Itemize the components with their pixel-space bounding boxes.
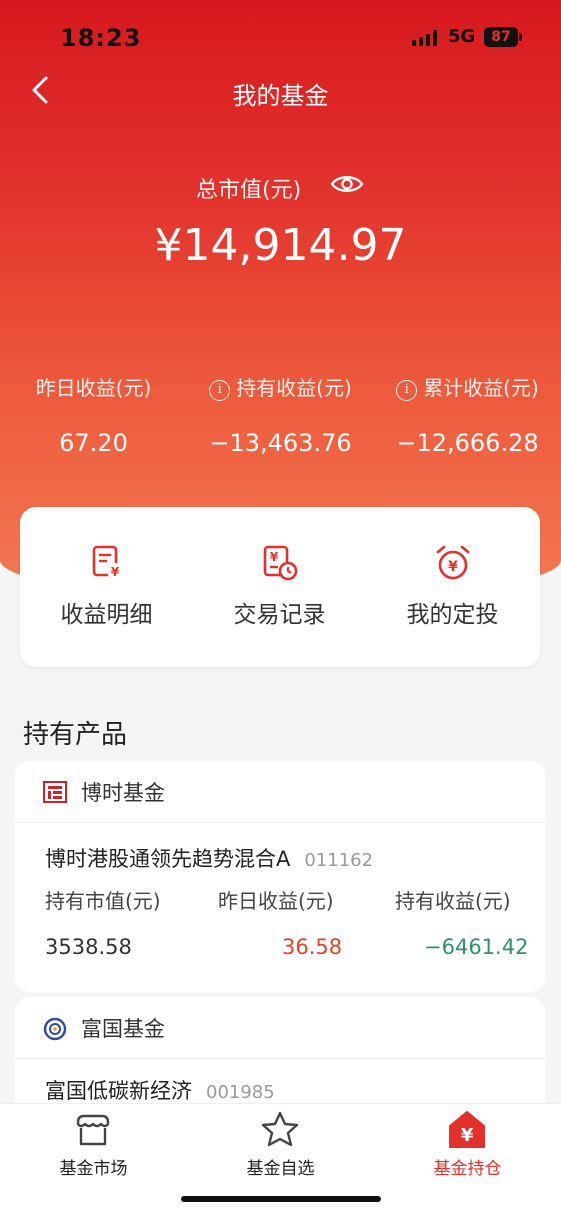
svg-text:¥: ¥ [461,1125,474,1146]
status-bar: 18:23 5G 87 [0,0,561,74]
total-value: ¥14,914.97 [154,220,407,271]
battery-icon: 87 [484,27,518,47]
signal-icon [412,30,438,46]
fund-code: 001985 [206,1082,275,1103]
quick-action-label: 我的定投 [406,602,499,628]
battery-tip [519,33,522,41]
yen-house-icon: ¥ [449,1111,485,1148]
star-icon [261,1111,299,1147]
svg-text:¥: ¥ [270,550,279,564]
tab-fund-market[interactable]: 基金市场 [0,1104,187,1194]
svg-text:¥: ¥ [448,559,458,575]
quick-action-label: 收益明细 [60,602,153,628]
yesterday-gain: 36.58 [282,935,343,959]
fund-title: 博时港股通领先趋势混合A [45,847,291,871]
page-title: 我的基金 [232,82,329,110]
income-detail-icon: ¥ [92,545,123,579]
column-label: 昨日收益(元) [218,889,334,913]
tab-fund-watchlist[interactable]: 基金自选 [187,1104,374,1194]
fund-title: 富国低碳新经济 [45,1079,192,1103]
stat-value: −12,666.28 [396,429,539,457]
tab-label: 基金自选 [246,1159,315,1179]
stat-label: 持有收益(元) [236,376,352,400]
market-value: 3538.58 [45,935,132,959]
stat-value: −13,463.76 [209,429,352,457]
status-time: 18:23 [60,24,142,52]
market-stall-icon [76,1114,110,1146]
fund-name[interactable]: 博时港股通领先趋势混合A 011162 [45,843,373,873]
holding-gain: −6461.42 [424,935,529,959]
network-type: 5G [448,26,476,47]
tab-fund-holdings[interactable]: ¥ 基金持仓 [374,1104,561,1194]
eye-icon[interactable] [330,172,364,196]
auto-invest-button[interactable]: ¥ 我的定投 [366,507,539,667]
company-name: 博时基金 [81,781,165,805]
company-row[interactable]: 富国基金 [15,997,545,1059]
quick-actions-card: ¥ 收益明细 ¥ 交易记录 ¥ 我的定投 [20,507,540,667]
stat-yesterday: 昨日收益(元) 67.20 [0,372,187,457]
stat-label: 昨日收益(元) [35,376,152,400]
fund-card[interactable]: 博时基金 博时港股通领先趋势混合A 011162 持有市值(元) 昨日收益(元) … [15,761,545,992]
info-icon[interactable]: i [209,380,231,401]
quick-action-label: 交易记录 [233,602,326,628]
svg-text:¥: ¥ [111,565,120,579]
alarm-clock-yen-icon: ¥ [436,545,470,580]
fund-name[interactable]: 富国低碳新经济 001985 [45,1075,275,1105]
company-name: 富国基金 [81,1017,165,1041]
info-icon[interactable]: i [396,380,418,401]
holdings-title: 持有产品 [23,720,128,750]
bosera-logo-icon [43,781,67,803]
total-value-label: 总市值(元) [196,178,302,203]
column-label: 持有收益(元) [395,889,511,913]
company-row[interactable]: 博时基金 [15,761,545,823]
stat-holding: i 持有收益(元) −13,463.76 [187,372,374,457]
tab-label: 基金市场 [59,1159,128,1179]
stat-label: 累计收益(元) [423,376,539,400]
transaction-record-button[interactable]: ¥ 交易记录 [193,507,366,667]
fullgoal-logo-icon [43,1017,67,1041]
transaction-record-icon: ¥ [263,545,298,581]
stat-cumulative: i 累计收益(元) −12,666.28 [374,372,561,457]
column-label: 持有市值(元) [45,889,161,913]
home-indicator [181,1196,381,1202]
fund-code: 011162 [304,850,374,871]
income-detail-button[interactable]: ¥ 收益明细 [20,507,193,667]
stat-value: 67.20 [59,429,128,457]
tab-label: 基金持仓 [433,1159,502,1179]
